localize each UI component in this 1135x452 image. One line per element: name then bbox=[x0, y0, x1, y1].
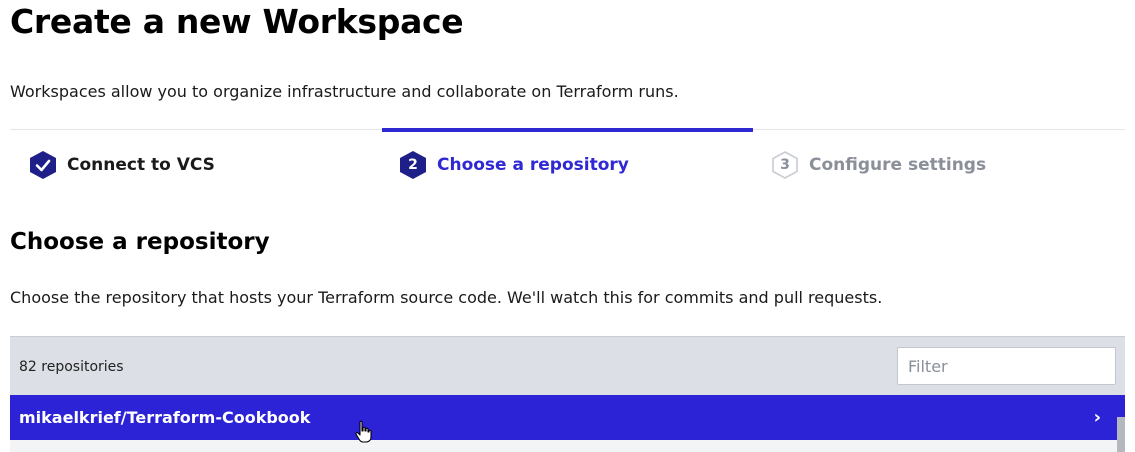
list-item[interactable] bbox=[10, 440, 1125, 452]
step-configure-settings: 3 Configure settings bbox=[770, 150, 986, 180]
step-number: 2 bbox=[408, 157, 418, 173]
step-label: Choose a repository bbox=[437, 155, 629, 175]
scrollbar[interactable] bbox=[1117, 417, 1125, 452]
chevron-right-icon: › bbox=[1093, 407, 1101, 428]
filter-input[interactable] bbox=[897, 347, 1116, 385]
wizard-steps: Connect to VCS 2 Choose a repository 3 C… bbox=[10, 128, 1125, 199]
hand-cursor-icon bbox=[355, 420, 372, 443]
repository-list-panel: 82 repositories mikaelkrief/Terraform-Co… bbox=[10, 336, 1125, 452]
page-title: Create a new Workspace bbox=[10, 2, 464, 41]
check-icon bbox=[28, 150, 58, 180]
repository-row[interactable]: mikaelkrief/Terraform-Cookbook › bbox=[10, 395, 1125, 440]
step-connect-vcs[interactable]: Connect to VCS bbox=[28, 150, 215, 180]
section-title: Choose a repository bbox=[10, 229, 270, 255]
step-label: Configure settings bbox=[809, 155, 987, 175]
page-intro: Workspaces allow you to organize infrast… bbox=[10, 82, 679, 101]
step-number-hexagon-icon: 3 bbox=[770, 150, 800, 180]
step-label: Connect to VCS bbox=[67, 155, 215, 175]
active-step-indicator bbox=[382, 128, 753, 132]
step-number-hexagon-icon: 2 bbox=[398, 150, 428, 180]
step-choose-repository[interactable]: 2 Choose a repository bbox=[398, 150, 629, 180]
repository-name: mikaelkrief/Terraform-Cookbook bbox=[19, 408, 311, 427]
step-number: 3 bbox=[780, 157, 790, 173]
repository-count: 82 repositories bbox=[19, 359, 124, 375]
section-description: Choose the repository that hosts your Te… bbox=[10, 288, 883, 307]
